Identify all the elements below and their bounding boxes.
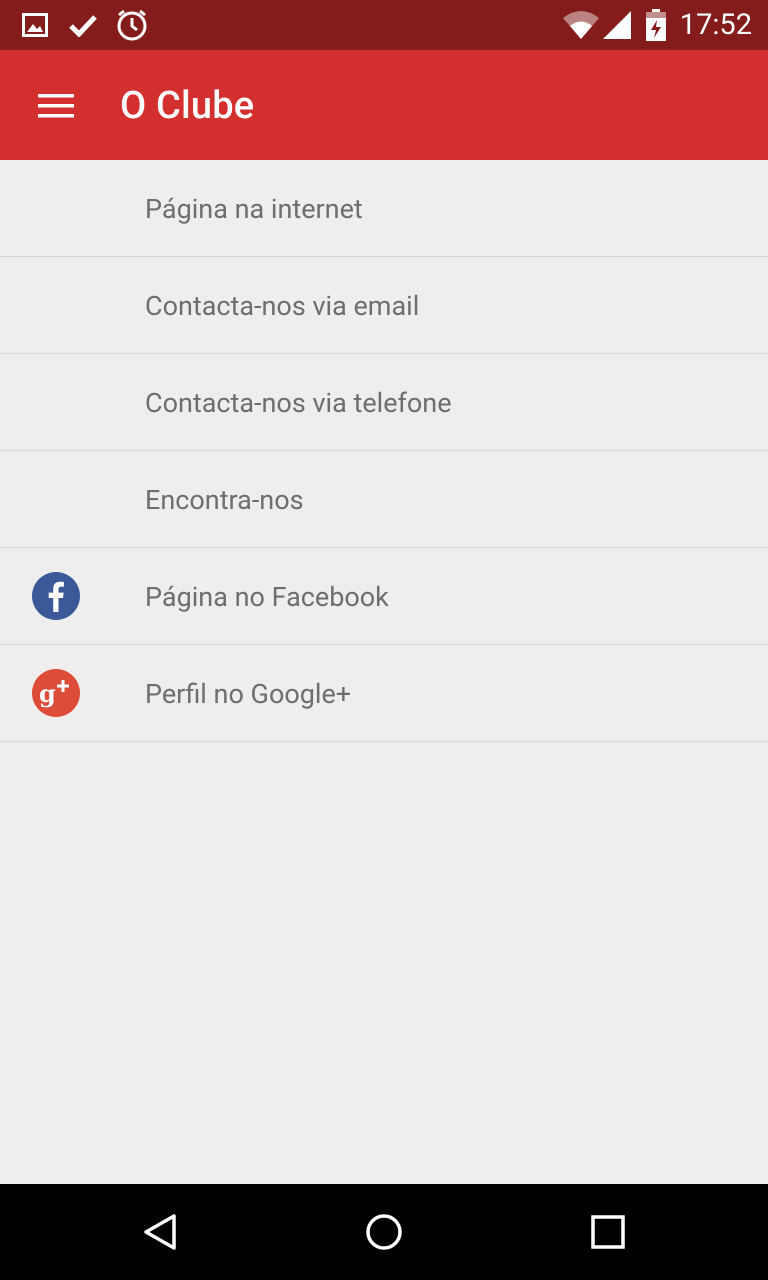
app-bar: O Clube [0, 50, 768, 160]
system-nav-bar [0, 1184, 768, 1280]
wifi-icon [562, 0, 600, 50]
back-icon[interactable] [130, 1202, 190, 1262]
home-icon[interactable] [354, 1202, 414, 1262]
status-time: 17:52 [679, 8, 752, 42]
facebook-icon [32, 572, 80, 620]
check-icon [68, 0, 98, 50]
google-plus-icon: g [32, 669, 80, 717]
status-bar: 17:52 [0, 0, 768, 50]
list-item-label: Página no Facebook [145, 581, 389, 613]
list-item-label: Encontra-nos [145, 484, 304, 516]
list-item-label: Contacta-nos via telefone [145, 387, 452, 419]
alarm-icon [115, 0, 149, 50]
svg-text:g: g [39, 679, 56, 708]
hamburger-menu-icon[interactable] [24, 78, 88, 134]
recents-icon[interactable] [578, 1202, 638, 1262]
list-item-email[interactable]: Contacta-nos via email [0, 257, 768, 354]
list-item-label: Página na internet [145, 193, 363, 225]
list-item-label: Perfil no Google+ [145, 678, 352, 710]
list-item-facebook[interactable]: Página no Facebook [0, 548, 768, 645]
signal-icon [602, 0, 632, 50]
list-item-label: Contacta-nos via email [145, 290, 420, 322]
list-item-website[interactable]: Página na internet [0, 160, 768, 257]
list-item-phone[interactable]: Contacta-nos via telefone [0, 354, 768, 451]
page-title: O Clube [120, 84, 255, 128]
menu-list: Página na internet Contacta-nos via emai… [0, 160, 768, 742]
battery-charging-icon [646, 0, 666, 50]
list-item-google-plus[interactable]: g Perfil no Google+ [0, 645, 768, 742]
list-item-find-us[interactable]: Encontra-nos [0, 451, 768, 548]
image-icon [22, 0, 48, 50]
